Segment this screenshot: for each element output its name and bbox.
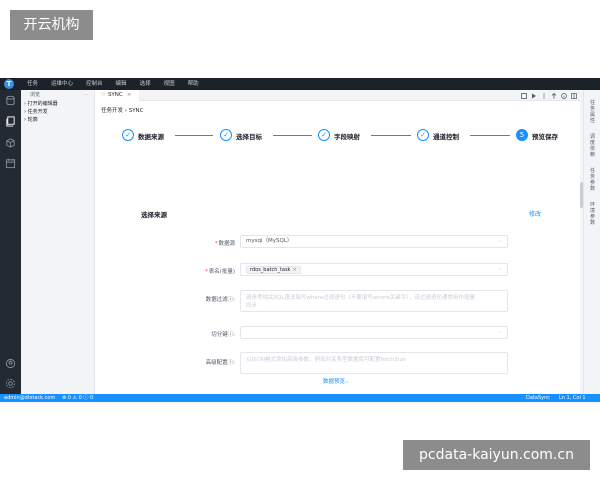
table-tag: rdos_batch_task × <box>246 266 301 274</box>
files-icon[interactable] <box>5 116 16 127</box>
package-icon[interactable] <box>5 137 16 148</box>
section-title: 选择来源 <box>141 211 167 219</box>
split-view-icon[interactable] <box>571 92 577 99</box>
tag-close-icon[interactable]: × <box>292 267 296 273</box>
status-cursor-position: Ln 1, Col 1 <box>559 395 586 401</box>
chevron-down-icon: ⌵ <box>498 238 502 244</box>
step-connector <box>470 135 510 136</box>
filter-label: 数据过滤ⓘ: <box>205 297 235 303</box>
advanced-label: 高级配置ⓘ: <box>205 360 235 366</box>
status-bar: admin@dtstack.com ⊗ 0 ⚠ 0 ⓘ 0 DataSync L… <box>0 394 600 402</box>
menu-console[interactable]: 控制台 <box>86 78 103 90</box>
step-connector <box>175 135 213 136</box>
tree-item-task-dev[interactable]: › 任务开发 <box>21 108 94 116</box>
step-1-check-icon: ✓ <box>122 129 134 141</box>
menu-select[interactable]: 选择 <box>140 78 151 90</box>
save-icon[interactable] <box>521 92 527 99</box>
step-4-label: 通道控制 <box>433 133 459 141</box>
tab-bar: ☆ SYNC × <box>95 90 583 101</box>
step-4-check-icon: ✓ <box>417 129 429 141</box>
menu-view[interactable]: 视图 <box>164 78 175 90</box>
table-label: *表名(批量) <box>204 269 235 275</box>
close-icon[interactable]: × <box>127 92 132 98</box>
calendar-icon[interactable] <box>5 158 16 169</box>
table-select[interactable]: rdos_batch_task × ⌵ <box>240 263 508 276</box>
tab-sync[interactable]: ☆ SYNC × <box>95 90 139 101</box>
settings-gear-icon[interactable] <box>5 378 16 389</box>
menu-ops-center[interactable]: 运维中心 <box>51 78 73 90</box>
menu-task[interactable]: 任务 <box>27 78 38 90</box>
split-key-select[interactable]: ⌵ <box>240 326 508 339</box>
step-2-label: 选择目标 <box>236 133 262 141</box>
info-icon[interactable] <box>561 92 567 99</box>
breadcrumb: 任务开发 › SYNC <box>101 108 144 114</box>
explorer-title: 浏览 <box>30 92 41 98</box>
tree-item-open-editors[interactable]: › 打开的编辑器 <box>21 100 94 108</box>
advanced-placeholder: 以JSON格式添加高级参数，例如对关系型数据库可配置fetchSize <box>246 357 406 363</box>
database-icon[interactable] <box>5 95 16 106</box>
step-3-check-icon: ✓ <box>318 129 330 141</box>
user-avatar-icon[interactable] <box>5 358 16 369</box>
split-key-label: 切分键ⓘ: <box>211 332 235 338</box>
watermark-top: 开云机构 <box>10 10 93 40</box>
tab-label: SYNC <box>107 92 123 98</box>
app-logo: T <box>4 79 14 89</box>
publish-icon[interactable] <box>551 92 557 99</box>
right-tab-env-params[interactable]: 环境参数 <box>588 202 597 226</box>
step-connector <box>273 135 312 136</box>
run-icon[interactable] <box>531 93 537 99</box>
watermark-bottom: pcdata-kaiyun.com.cn <box>403 440 590 470</box>
right-tab-schedule-deps[interactable]: 调度依赖 <box>588 134 597 158</box>
more-icon[interactable] <box>541 92 547 99</box>
step-2-check-icon: ✓ <box>220 129 232 141</box>
filter-placeholder-line2: 同步 <box>246 303 258 309</box>
right-tab-task-props[interactable]: 任务属性 <box>588 100 597 124</box>
status-mode: DataSync <box>526 395 550 401</box>
wizard-steps: ✓ 数据来源 ✓ 选择目标 ✓ 字段映射 ✓ 通道控制 5 预览保存 <box>95 126 583 142</box>
filter-placeholder: 请参考相关SQL语法填写where过滤语句（不要填写where关键字），该过滤语… <box>246 295 475 301</box>
ide-window: T 任务 运维中心 控制台 编辑 选择 视图 帮助 浏览 ··· › 打开的编辑… <box>0 78 600 404</box>
datasource-value: mysql（MySQL） <box>246 238 293 244</box>
filter-textarea[interactable]: 请参考相关SQL语法填写where过滤语句（不要填写where关键字），该过滤语… <box>240 290 508 312</box>
tree-item-outline[interactable]: › 轮廓 <box>21 116 94 124</box>
chevron-down-icon: ⌵ <box>498 329 502 335</box>
data-preview-link[interactable]: 数据预览⌵ <box>323 377 349 386</box>
activity-bar <box>0 90 21 394</box>
step-1-label: 数据来源 <box>138 133 164 141</box>
more-options-icon[interactable]: ··· <box>83 90 88 100</box>
explorer-panel: 浏览 ··· › 打开的编辑器 › 任务开发 › 轮廓 <box>21 90 95 394</box>
advanced-textarea[interactable]: 以JSON格式添加高级参数，例如对关系型数据库可配置fetchSize <box>240 352 508 374</box>
menu-bar: T 任务 运维中心 控制台 编辑 选择 视图 帮助 <box>0 78 600 90</box>
step-3-label: 字段映射 <box>334 133 360 141</box>
right-side-panel: 任务属性 调度依赖 任务参数 环境参数 <box>583 90 600 394</box>
status-problem-counts[interactable]: ⊗ 0 ⚠ 0 ⓘ 0 <box>62 394 93 402</box>
editor-area: ☆ SYNC × 任务开发 › SYNC ✓ 数据来源 ✓ 选择目标 ✓ 字段映射 … <box>95 90 583 394</box>
right-tab-task-params[interactable]: 任务参数 <box>588 168 597 192</box>
datasource-label: *数据源 <box>214 241 235 247</box>
menu-help[interactable]: 帮助 <box>188 78 199 90</box>
star-icon: ☆ <box>101 92 106 98</box>
status-user[interactable]: admin@dtstack.com <box>4 394 55 402</box>
edit-link[interactable]: 修改 <box>529 209 541 218</box>
chevron-down-icon: ⌵ <box>498 266 502 272</box>
explorer-header: 浏览 ··· <box>21 90 94 100</box>
datasource-select[interactable]: mysql（MySQL） ⌵ <box>240 235 508 248</box>
step-connector <box>371 135 411 136</box>
menu-edit[interactable]: 编辑 <box>116 78 127 90</box>
step-5-number: 5 <box>516 129 528 141</box>
step-5-label: 预览保存 <box>532 133 558 141</box>
